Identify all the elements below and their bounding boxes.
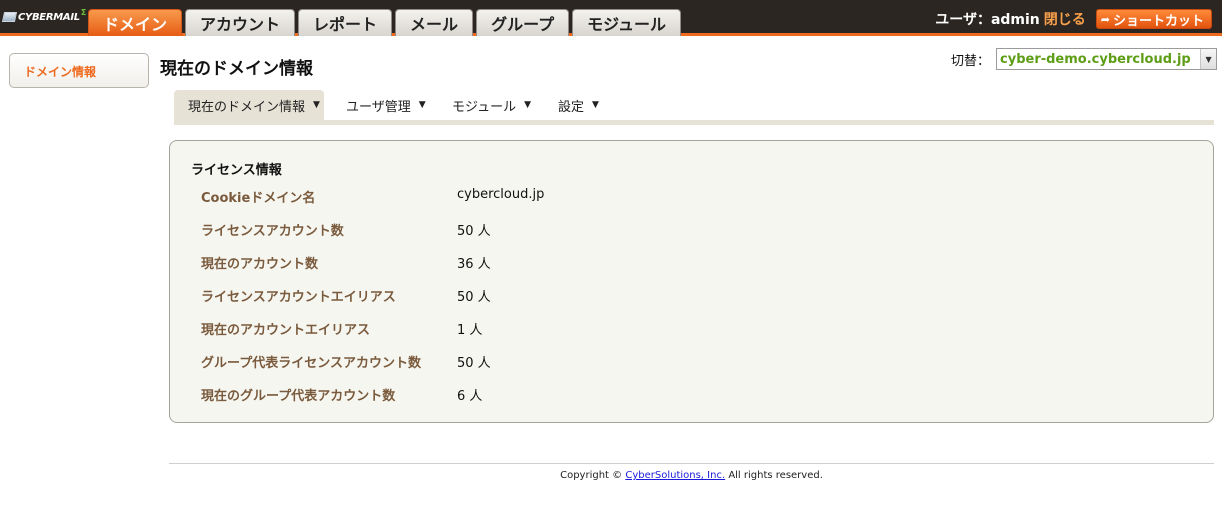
license-title: ライセンス情報 [191, 163, 282, 178]
license-row: 現在のグループ代表アカウント数 6 人 [201, 385, 1181, 405]
row-label: 現在のアカウント数 [201, 257, 319, 272]
mail-icon [1, 12, 18, 22]
row-value: 36 人 [457, 257, 491, 272]
license-row: 現在のアカウント数 36 人 [201, 253, 1181, 273]
main-tabs: ドメイン アカウント レポート メール グループ モジュール [88, 9, 684, 36]
arrow-icon: ➦ [1100, 12, 1110, 26]
tab-group[interactable]: グループ [476, 9, 570, 36]
tab-module[interactable]: モジュール [572, 9, 681, 36]
user-label: ユーザ：admin [935, 12, 1040, 28]
domain-select[interactable]: cyber-demo.cybercloud.jp ▼ [996, 48, 1218, 70]
shortcut-label: ショートカット [1112, 13, 1204, 29]
row-label: Cookieドメイン名 [201, 191, 316, 206]
row-value: 50 人 [457, 356, 491, 371]
row-value: 6 人 [457, 389, 483, 404]
logo-sigma: Σ [80, 7, 87, 17]
submenu-module[interactable]: モジュール ▼ [452, 90, 531, 120]
row-label: ライセンスアカウント数 [201, 224, 344, 239]
caret-down-icon: ▼ [313, 100, 320, 110]
sidebar-item-domain-info[interactable]: ドメイン情報 [9, 53, 149, 88]
tab-account[interactable]: アカウント [185, 9, 296, 36]
row-label: 現在のアカウントエイリアス [201, 323, 371, 338]
submenu-label: ユーザ管理 [346, 99, 411, 115]
row-value: 50 人 [457, 290, 491, 305]
top-bar: CYBERMAIL Σ ドメイン アカウント レポート メール グループ モジュ… [0, 0, 1222, 36]
shortcut-button[interactable]: ➦ ショートカット [1095, 9, 1212, 29]
user-area: ユーザ：admin 閉じる ➦ ショートカット [935, 9, 1212, 29]
license-row: Cookieドメイン名 cybercloud.jp [201, 187, 1181, 207]
logout-link[interactable]: 閉じる [1044, 9, 1086, 29]
row-value: cybercloud.jp [457, 187, 545, 202]
page-title: 現在のドメイン情報 [160, 59, 313, 79]
tab-mail[interactable]: メール [395, 9, 474, 36]
domain-switcher: 切替： cyber-demo.cybercloud.jp ▼ [951, 48, 1218, 70]
sub-menu: 現在のドメイン情報 ▼ ユーザ管理 ▼ モジュール ▼ 設定 ▼ [174, 90, 1214, 125]
row-label: ライセンスアカウントエイリアス [201, 290, 396, 305]
footer: Copyright © CyberSolutions, Inc. All rig… [169, 470, 1214, 481]
license-row: 現在のアカウントエイリアス 1 人 [201, 319, 1181, 339]
row-label: 現在のグループ代表アカウント数 [201, 389, 396, 404]
submenu-settings[interactable]: 設定 ▼ [558, 90, 599, 120]
submenu-current-domain-info[interactable]: 現在のドメイン情報 ▼ [174, 90, 324, 120]
submenu-label: 現在のドメイン情報 [188, 99, 306, 115]
chevron-down-icon[interactable]: ▼ [1200, 49, 1217, 69]
license-row: ライセンスアカウント数 50 人 [201, 220, 1181, 240]
logo-text: CYBERMAIL [18, 11, 80, 23]
license-panel: ライセンス情報 Cookieドメイン名 cybercloud.jp ライセンスア… [169, 140, 1214, 423]
copyright-suffix: All rights reserved. [728, 470, 823, 481]
footer-divider [169, 463, 1214, 464]
submenu-label: モジュール [452, 99, 517, 115]
company-link[interactable]: CyberSolutions, Inc. [625, 470, 725, 481]
domain-select-value: cyber-demo.cybercloud.jp [1000, 51, 1191, 67]
row-value: 1 人 [457, 323, 483, 338]
submenu-user-management[interactable]: ユーザ管理 ▼ [346, 90, 426, 120]
tab-domain[interactable]: ドメイン [88, 9, 183, 36]
caret-down-icon: ▼ [524, 100, 532, 110]
tab-report[interactable]: レポート [298, 9, 393, 36]
cybermail-logo[interactable]: CYBERMAIL Σ [1, 7, 87, 25]
switch-label: 切替： [951, 53, 991, 69]
row-label: グループ代表ライセンスアカウント数 [201, 356, 421, 371]
submenu-label: 設定 [558, 99, 585, 115]
copyright-prefix: Copyright © [560, 470, 623, 481]
license-row: グループ代表ライセンスアカウント数 50 人 [201, 352, 1181, 372]
license-row: ライセンスアカウントエイリアス 50 人 [201, 286, 1181, 306]
caret-down-icon: ▼ [418, 100, 426, 110]
row-value: 50 人 [457, 224, 491, 239]
caret-down-icon: ▼ [592, 100, 599, 110]
